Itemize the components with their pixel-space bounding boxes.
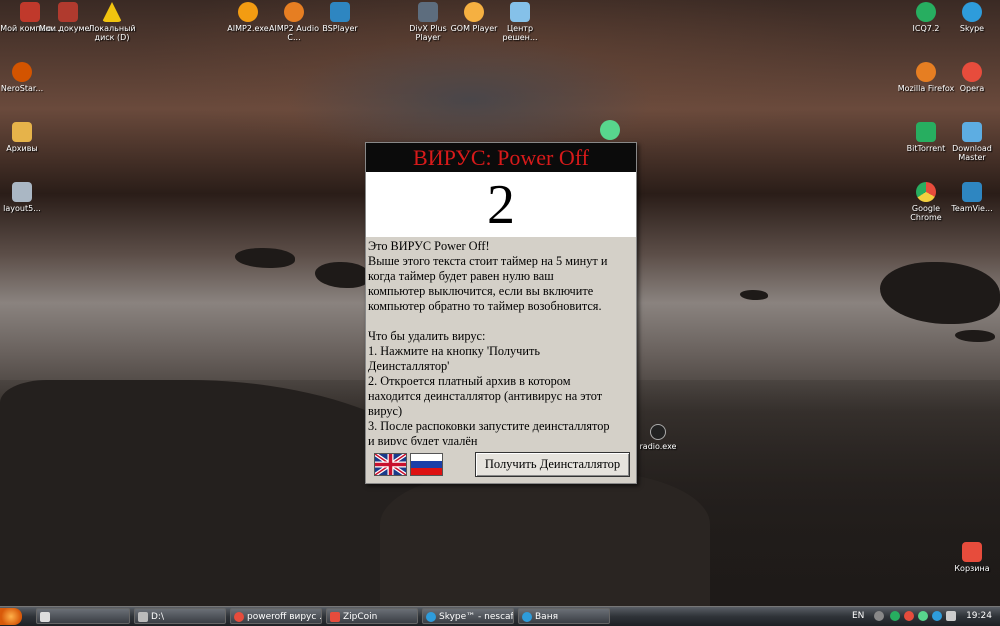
- message-line: [368, 314, 630, 329]
- virus-dialog: ВИРУС: Power Off 2 Это ВИРУС Power Off! …: [365, 142, 637, 484]
- message-line: Это ВИРУС Power Off!: [368, 239, 490, 253]
- message-line: Выше этого текста стоит таймер на 5 мину…: [368, 254, 608, 268]
- taskbar-item-zipcoin[interactable]: ZipCoin: [326, 608, 418, 624]
- bsplayer-icon: [330, 2, 350, 22]
- divx-icon: [418, 2, 438, 22]
- my-documents-icon: [58, 2, 78, 22]
- icq-icon: [916, 2, 936, 22]
- opera-icon: [962, 62, 982, 82]
- message-line: вирус): [368, 404, 403, 418]
- language-indicator[interactable]: EN: [852, 609, 864, 624]
- message-line: Деинсталлятор': [368, 359, 450, 373]
- message-line: 3. После распоковки запустите деинсталля…: [368, 419, 610, 433]
- radio-icon: [650, 424, 666, 440]
- desktop-icon-download-master[interactable]: Download Master: [942, 122, 1000, 162]
- get-uninstaller-button[interactable]: Получить Деинсталлятор: [475, 452, 630, 477]
- opera-icon: [234, 612, 244, 622]
- my-computer-icon: [20, 2, 40, 22]
- desktop-icon-radio[interactable]: radio.exe: [628, 424, 688, 451]
- ru-flag-icon[interactable]: [410, 453, 443, 476]
- system-tray: EN 19:24: [846, 608, 1000, 625]
- volume-icon[interactable]: [946, 611, 956, 621]
- skype-icon: [426, 612, 436, 622]
- message-line: 1. Нажмите на кнопку 'Получить: [368, 344, 540, 358]
- desktop-icon-local-disk[interactable]: Локальный диск (D): [82, 2, 142, 42]
- taskbar-item-opera[interactable]: poweroff вирус ...: [230, 608, 322, 624]
- aimp-audio-icon: [284, 2, 304, 22]
- taskbar-show-desktop[interactable]: [36, 608, 130, 624]
- tray-arrow-icon[interactable]: [874, 611, 884, 621]
- taskbar-item-skype[interactable]: Skype™ - nescaf...: [422, 608, 514, 624]
- message-line: 2. Откроется платный архив в котором: [368, 374, 571, 388]
- clock[interactable]: 19:24: [966, 609, 992, 624]
- uk-flag-icon[interactable]: [373, 452, 408, 477]
- firefox-icon: [916, 62, 936, 82]
- desktop-icon-archives[interactable]: Архивы: [0, 122, 52, 153]
- taskbar-item-drive[interactable]: D:\: [134, 608, 226, 624]
- desktop-icon-recycle-bin[interactable]: Корзина: [942, 542, 1000, 573]
- desktop-icon-layout[interactable]: layout5...: [0, 182, 52, 213]
- show-desktop-icon: [40, 612, 50, 622]
- chrome-icon: [916, 182, 936, 202]
- warning-disk-icon: [102, 2, 122, 22]
- green-app-icon: [600, 120, 620, 140]
- dialog-title: ВИРУС: Power Off: [366, 143, 636, 172]
- tray-app-icon[interactable]: [904, 611, 914, 621]
- message-line: и вирус будет удалён: [368, 434, 478, 445]
- message-line: компьютер выключится, если вы включите: [368, 284, 594, 298]
- nero-icon: [12, 62, 32, 82]
- folder-icon: [12, 122, 32, 142]
- start-button[interactable]: [0, 608, 22, 625]
- teamviewer-icon: [962, 182, 982, 202]
- tray-app-icon[interactable]: [932, 611, 942, 621]
- message-line: Что бы удалить вирус:: [368, 329, 486, 343]
- layout-icon: [12, 182, 32, 202]
- desktop-icon-teamviewer[interactable]: TeamVie...: [942, 182, 1000, 213]
- tray-app-icon[interactable]: [890, 611, 900, 621]
- desktop-background: Мой компью... Мои докуме... Локальный ди…: [0, 0, 1000, 606]
- desktop-icon-help-center[interactable]: Центр решен...: [490, 2, 550, 42]
- message-line: компьютер обратно то таймер возобновится…: [368, 299, 602, 313]
- desktop-icon-unlabeled[interactable]: [580, 120, 640, 142]
- message-line: находится деинсталлятор (антивирус на эт…: [368, 389, 603, 403]
- download-master-icon: [962, 122, 982, 142]
- countdown-timer: 2: [366, 172, 636, 237]
- drive-icon: [138, 612, 148, 622]
- bittorrent-icon: [916, 122, 936, 142]
- taskbar: D:\ poweroff вирус ... ZipCoin Skype™ - …: [0, 606, 1000, 626]
- message-line: когда таймер будет равен нулю ваш: [368, 269, 554, 283]
- desktop-icon-bsplayer[interactable]: BSPlayer: [310, 2, 370, 33]
- desktop-icon-opera[interactable]: Opera: [942, 62, 1000, 93]
- tray-app-icon[interactable]: [918, 611, 928, 621]
- skype-chat-icon: [522, 612, 532, 622]
- desktop-icon-skype[interactable]: Skype: [942, 2, 1000, 33]
- taskbar-item-skype-chat[interactable]: Ваня: [518, 608, 610, 624]
- recycle-bin-icon: [962, 542, 982, 562]
- dialog-message: Это ВИРУС Power Off! Выше этого текста с…: [366, 239, 634, 445]
- zip-icon: [330, 612, 340, 622]
- desktop-icon-nero[interactable]: NeroStar...: [0, 62, 52, 93]
- aimp-icon: [238, 2, 258, 22]
- help-center-icon: [510, 2, 530, 22]
- gom-icon: [464, 2, 484, 22]
- dialog-footer: Получить Деинсталлятор: [366, 449, 636, 483]
- skype-icon: [962, 2, 982, 22]
